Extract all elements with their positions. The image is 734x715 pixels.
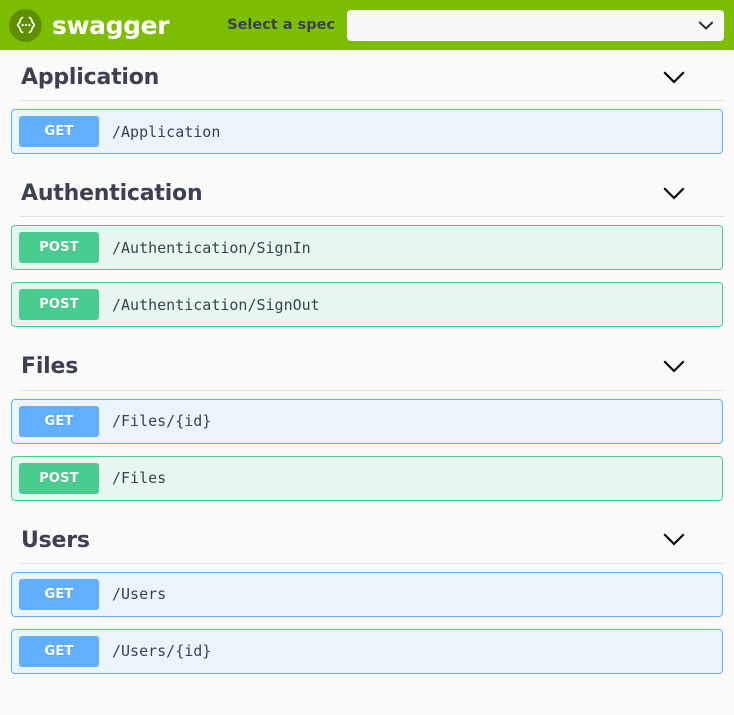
operation-row[interactable]: POST /Files bbox=[11, 455, 723, 501]
tag-header-files[interactable]: Files bbox=[10, 339, 724, 389]
tag-header-users[interactable]: Users bbox=[10, 513, 724, 563]
tag-divider bbox=[21, 389, 723, 391]
method-badge: GET bbox=[19, 116, 99, 148]
tag-header-authentication[interactable]: Authentication bbox=[10, 166, 724, 216]
swagger-logo-link[interactable]: swagger bbox=[9, 8, 170, 42]
tag-section-application: Application GET /Application bbox=[10, 50, 724, 155]
tag-divider bbox=[21, 216, 723, 218]
method-badge: POST bbox=[19, 289, 99, 321]
operation-path: /Users/{id} bbox=[112, 642, 212, 661]
operation-path: /Authentication/SignOut bbox=[112, 295, 320, 314]
method-badge: GET bbox=[19, 405, 99, 437]
tag-title: Users bbox=[21, 527, 90, 553]
tag-header-application[interactable]: Application bbox=[10, 50, 724, 100]
method-badge: GET bbox=[19, 578, 99, 610]
spec-select[interactable] bbox=[347, 9, 724, 41]
operation-path: /Files bbox=[112, 469, 167, 488]
operation-row[interactable]: POST /Authentication/SignIn bbox=[11, 225, 723, 271]
tag-title: Files bbox=[21, 354, 79, 380]
spec-selector: Select a spec bbox=[227, 9, 724, 41]
operation-path: /Users bbox=[112, 585, 167, 604]
operation-row[interactable]: GET /Users bbox=[11, 571, 723, 617]
tag-divider bbox=[21, 100, 723, 102]
operation-row[interactable]: GET /Application bbox=[11, 109, 723, 155]
tag-section-files: Files GET /Files/{id} POST /Files bbox=[10, 339, 724, 501]
tag-divider bbox=[21, 562, 723, 564]
chevron-down-icon[interactable] bbox=[663, 531, 685, 550]
swagger-braces-icon bbox=[9, 8, 42, 42]
chevron-down-icon bbox=[698, 16, 714, 35]
method-badge: GET bbox=[19, 635, 99, 667]
api-operations-list: Application GET /Application Authenticat… bbox=[0, 50, 734, 674]
chevron-down-icon[interactable] bbox=[663, 358, 685, 377]
tag-section-authentication: Authentication POST /Authentication/Sign… bbox=[10, 166, 724, 328]
topbar: swagger Select a spec bbox=[0, 0, 734, 50]
tag-section-users: Users GET /Users GET /Users/{id} bbox=[10, 513, 724, 674]
tag-title: Application bbox=[21, 65, 160, 90]
operation-path: /Authentication/SignIn bbox=[112, 238, 311, 257]
method-badge: POST bbox=[19, 232, 99, 264]
swagger-logo-text: swagger bbox=[52, 10, 170, 40]
operation-row[interactable]: GET /Files/{id} bbox=[11, 398, 723, 444]
operation-row[interactable]: GET /Users/{id} bbox=[11, 628, 723, 674]
chevron-down-icon[interactable] bbox=[663, 69, 685, 88]
operation-row[interactable]: POST /Authentication/SignOut bbox=[11, 282, 723, 328]
spec-selector-label: Select a spec bbox=[227, 17, 336, 33]
method-badge: POST bbox=[19, 462, 99, 494]
tag-title: Authentication bbox=[21, 181, 203, 207]
chevron-down-icon[interactable] bbox=[663, 185, 685, 204]
operation-path: /Application bbox=[112, 122, 221, 141]
operation-path: /Files/{id} bbox=[112, 412, 212, 431]
